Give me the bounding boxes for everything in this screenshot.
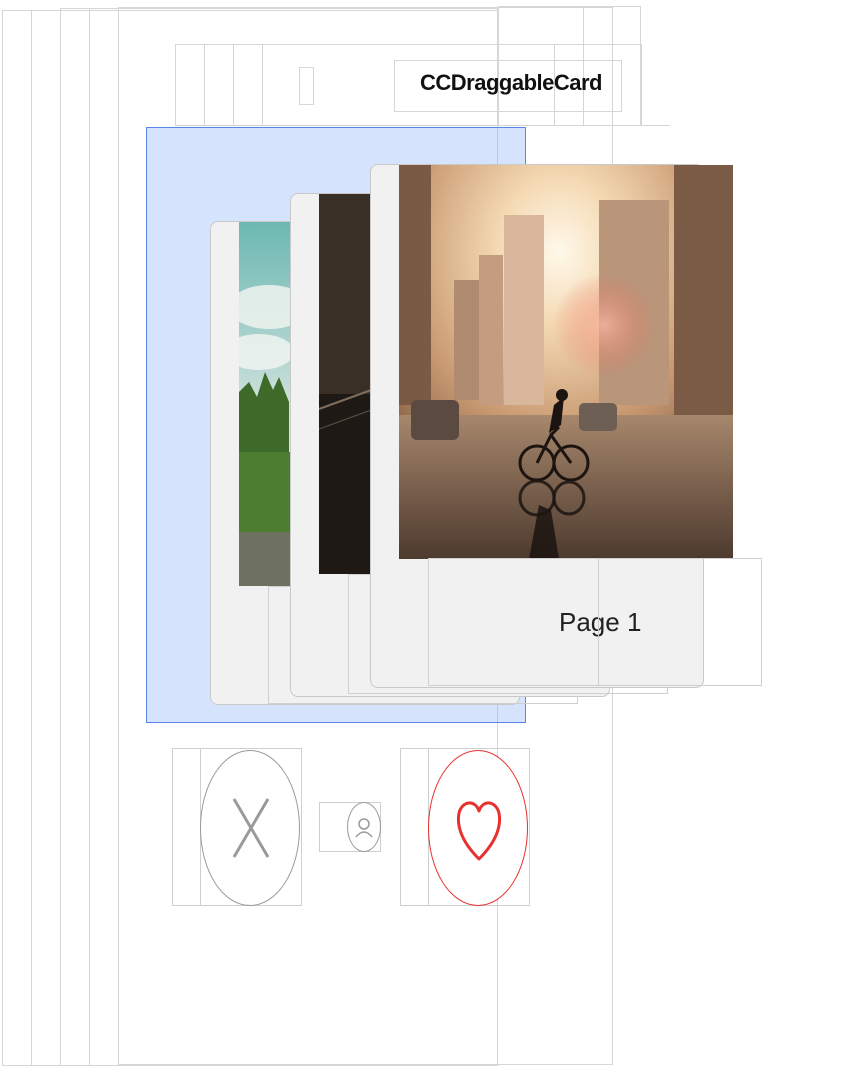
page-title: CCDraggableCard [420, 70, 602, 95]
city-cyclist-image [399, 165, 733, 559]
profile-button[interactable] [347, 802, 381, 852]
dislike-button[interactable] [200, 750, 300, 906]
person-icon [355, 818, 373, 838]
nav-left-item [299, 67, 314, 105]
like-button[interactable] [428, 750, 528, 906]
nav-bar-bottom [526, 125, 670, 127]
x-icon [232, 798, 270, 858]
heart-icon [456, 801, 502, 861]
card-1-label-frame-2 [598, 558, 762, 686]
city-cyclist-sunset-photo [399, 165, 733, 559]
